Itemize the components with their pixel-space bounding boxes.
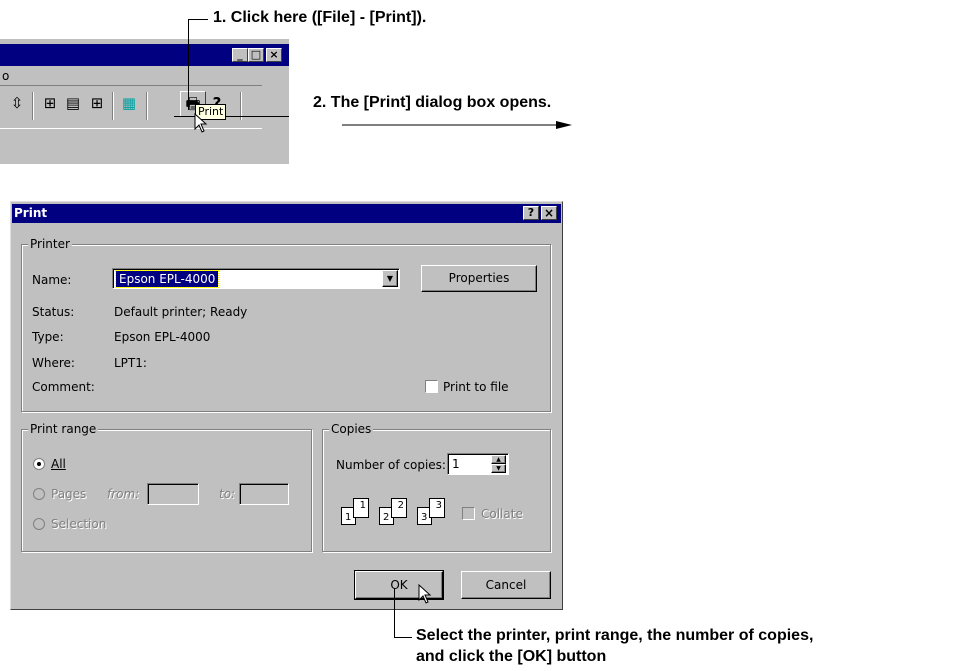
collate-page-3-back: 3 [429, 498, 445, 518]
selection-radio[interactable] [33, 518, 45, 530]
chart-icon[interactable]: ⊞ [41, 94, 59, 112]
cancel-button[interactable]: Cancel [461, 571, 551, 599]
pages-label: Pages [51, 487, 87, 501]
printer-group-label: Printer [28, 237, 72, 251]
name-label: Name: [32, 273, 72, 287]
collate-label: Collate [481, 507, 523, 521]
page-number: 1 [359, 500, 366, 511]
collate-checkbox[interactable] [462, 507, 475, 520]
selection-label: Selection [51, 517, 107, 531]
comment-label: Comment: [32, 380, 95, 394]
toolbar-separator [146, 92, 148, 120]
collate-page-2-back: 2 [391, 498, 407, 518]
maximize-button[interactable]: □ [248, 48, 264, 62]
dropdown-arrow-icon[interactable]: ▼ [382, 270, 398, 287]
all-label: All [51, 457, 66, 471]
page-number: 3 [435, 500, 442, 511]
page-number: 3 [421, 512, 428, 523]
print-to-file-checkbox[interactable] [425, 380, 438, 393]
type-value: Epson EPL-4000 [114, 330, 211, 344]
page-number: 2 [383, 512, 390, 523]
close-button[interactable]: × [266, 48, 282, 62]
to-input[interactable] [239, 483, 289, 505]
ok-button-label: OK [390, 578, 408, 592]
number-of-copies-label: Number of copies: [336, 458, 446, 472]
dialog-close-button[interactable]: × [541, 206, 557, 220]
mouse-cursor-icon [194, 113, 208, 133]
collate-page-1-back: 1 [353, 498, 369, 518]
properties-button-label: Properties [448, 271, 510, 285]
application-window-fragment: _ □ × o ⇳ ⊞ ▤ ⊞ ▦ 🖶 ? [0, 39, 289, 164]
page-number: 1 [345, 512, 352, 523]
table-icon[interactable]: ▤ [64, 94, 82, 112]
menu-bar-fragment[interactable]: o [2, 69, 9, 83]
callout-step-2: 2. The [Print] dialog box opens. [313, 94, 552, 111]
dialog-title: Print [14, 206, 48, 220]
print-range-group-label: Print range [28, 422, 99, 436]
callout-1-horizontal-line [188, 19, 208, 20]
copies-group-label: Copies [329, 422, 374, 436]
dialog-title-bar: Print ? × [12, 204, 561, 223]
page-number: 2 [397, 500, 404, 511]
copies-spinner[interactable]: 1 ▲ ▼ [447, 453, 509, 475]
cancel-button-label: Cancel [485, 578, 527, 592]
callout-3-horizontal-line [394, 637, 412, 638]
print-to-file-label: Print to file [443, 380, 509, 394]
properties-button[interactable]: Properties [421, 265, 537, 292]
where-label: Where: [32, 356, 75, 370]
callout-3-vertical-line [394, 588, 395, 637]
minimize-button[interactable]: _ [232, 48, 248, 62]
callout-step-1: 1. Click here ([File] - [Print]). [213, 9, 427, 26]
toolbar-separator [112, 92, 114, 120]
print-dialog: Print ? × Printer Name: Epson EPL-4000 ▼… [10, 201, 563, 610]
callout-step-3-line-2: and click the [OK] button [416, 648, 607, 665]
callout-step-3-line-1: Select the printer, print range, the num… [416, 627, 814, 644]
from-label: from: [107, 487, 140, 501]
printer-name-value: Epson EPL-4000 [114, 270, 220, 288]
from-input[interactable] [147, 483, 199, 505]
copies-value: 1 [452, 457, 460, 471]
grid-icon[interactable]: ⊞ [88, 94, 106, 112]
type-label: Type: [32, 330, 64, 344]
adjust-icon[interactable]: ⇳ [8, 94, 26, 112]
spin-up-icon[interactable]: ▲ [491, 455, 506, 464]
help-button[interactable]: ? [523, 206, 539, 220]
status-bar-line [174, 116, 289, 117]
status-label: Status: [32, 305, 75, 319]
calculator-icon[interactable]: ▦ [120, 94, 138, 112]
printer-name-select[interactable]: Epson EPL-4000 ▼ [112, 268, 400, 289]
spin-down-icon[interactable]: ▼ [491, 464, 506, 473]
callout-2-arrow [342, 121, 572, 129]
application-title-bar: _ □ × [0, 44, 289, 66]
all-radio[interactable] [33, 458, 45, 470]
toolbar-separator [32, 92, 34, 120]
callout-1-vertical-line [188, 19, 189, 110]
mouse-cursor-icon [418, 584, 432, 604]
status-value: Default printer; Ready [114, 305, 248, 319]
pages-radio[interactable] [33, 488, 45, 500]
where-value: LPT1: [114, 356, 147, 370]
copies-group: Copies [322, 422, 551, 552]
to-label: to: [219, 487, 236, 501]
